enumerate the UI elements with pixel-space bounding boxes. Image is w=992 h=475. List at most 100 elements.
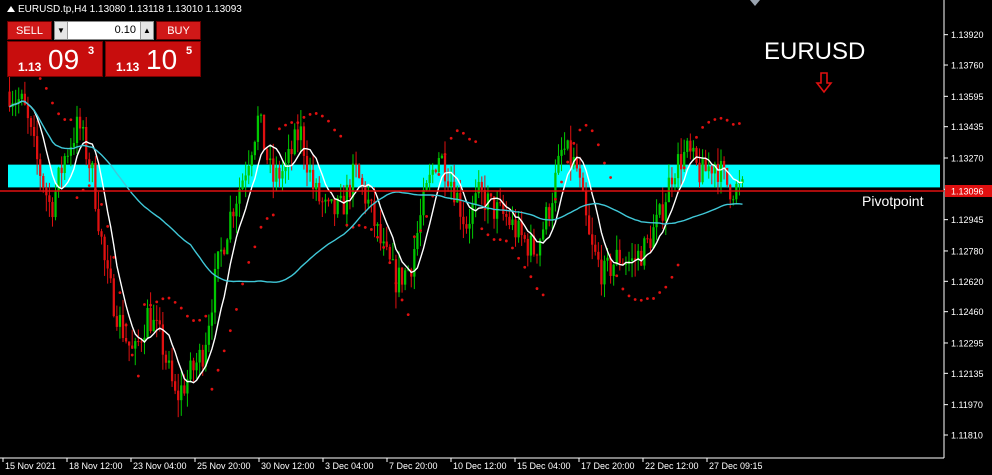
parabolic-sar-dot <box>529 275 533 279</box>
chart-menu-icon[interactable] <box>7 6 15 13</box>
candle-body <box>32 126 36 137</box>
candle-body <box>499 202 502 204</box>
candle-body <box>450 181 453 187</box>
parabolic-sar-dot <box>63 118 67 121</box>
candle-body <box>719 160 723 182</box>
one-click-trading-panel: SELL ▼ 0.10 ▲ BUY 1.13 09 3 1.13 10 5 <box>7 21 201 77</box>
candle-body <box>514 219 517 238</box>
candle-body <box>198 349 201 363</box>
candle-body <box>526 238 529 256</box>
triangle-up-icon[interactable]: ▲ <box>140 22 153 39</box>
parabolic-sar-dot <box>615 274 619 278</box>
candle-body <box>492 196 496 219</box>
parabolic-sar-dot <box>535 287 539 290</box>
parabolic-sar-dot <box>658 291 662 294</box>
parabolic-sar-dot <box>161 297 165 301</box>
candle-body <box>367 199 370 204</box>
candle-body <box>290 148 293 155</box>
candle-body <box>661 204 664 221</box>
parabolic-sar-dot <box>462 131 465 135</box>
candle-body <box>287 148 290 164</box>
parabolic-sar-dot <box>443 153 447 156</box>
candle-body <box>440 155 444 159</box>
candle-body <box>180 385 183 401</box>
candle-body <box>496 202 499 219</box>
candle-body <box>416 233 419 250</box>
candle-body <box>66 155 69 157</box>
parabolic-sar-dot <box>584 123 588 127</box>
candle-body <box>262 114 266 150</box>
chart-shift-marker[interactable] <box>750 0 760 6</box>
candle-body <box>269 158 272 161</box>
candle-body <box>118 314 122 327</box>
parabolic-sar-dot <box>69 118 73 122</box>
candle-body <box>78 116 82 129</box>
price-tick-label: 1.13435 <box>951 122 984 132</box>
parabolic-sar-dot <box>670 275 674 279</box>
parabolic-sar-dot <box>228 329 232 333</box>
candle-body <box>167 360 171 363</box>
lot-size-field[interactable]: ▼ 0.10 ▲ <box>54 21 154 40</box>
candle-body <box>296 129 299 141</box>
time-tick-label: 17 Dec 20:00 <box>581 461 635 471</box>
candle-body <box>606 257 609 261</box>
current-price-label: 1.13096 <box>951 187 984 197</box>
sell-price-prefix: 1.13 <box>18 60 42 74</box>
time-tick-label: 3 Dec 04:00 <box>325 461 374 471</box>
parabolic-sar-dot <box>265 217 269 220</box>
candle-body <box>39 159 42 176</box>
candle-body <box>404 270 407 285</box>
sell-button[interactable]: SELL <box>7 21 52 40</box>
candle-body <box>183 385 186 394</box>
candle-body <box>324 199 327 202</box>
buy-price-box[interactable]: 1.13 10 5 <box>105 41 201 77</box>
parabolic-sar-dot <box>449 136 453 140</box>
parabolic-sar-dot <box>253 245 257 249</box>
lot-size-value[interactable]: 0.10 <box>69 22 139 39</box>
candle-body <box>658 204 661 215</box>
parabolic-sar-dot <box>370 228 373 231</box>
parabolic-sar-dot <box>664 285 668 289</box>
candle-body <box>640 250 643 266</box>
candle-body <box>272 158 275 182</box>
parabolic-sar-dot <box>302 115 306 119</box>
buy-button[interactable]: BUY <box>156 21 201 40</box>
parabolic-sar-dot <box>394 281 398 285</box>
candle-body <box>603 260 606 285</box>
sell-price-box[interactable]: 1.13 09 3 <box>7 41 103 77</box>
parabolic-sar-dot <box>719 116 723 120</box>
chart-title-text: EURUSD.tp,H4 1.13080 1.13118 1.13010 1.1… <box>18 4 242 15</box>
parabolic-sar-dot <box>560 180 563 184</box>
price-tick-label: 1.13920 <box>951 30 984 40</box>
candle-body <box>195 362 198 371</box>
parabolic-sar-dot <box>701 125 704 129</box>
candle-body <box>710 166 713 174</box>
candle-body <box>388 246 391 260</box>
candle-body <box>112 278 115 317</box>
candle-body <box>480 181 483 190</box>
time-tick-label: 15 Nov 2021 <box>5 461 56 471</box>
candle-body <box>716 163 720 182</box>
candle-body <box>361 177 364 185</box>
candle-body <box>216 251 220 269</box>
triangle-down-icon[interactable]: ▼ <box>55 22 68 39</box>
candle-body <box>588 215 591 235</box>
parabolic-sar-dot <box>271 213 275 217</box>
parabolic-sar-dot <box>44 86 48 90</box>
candle-body <box>434 169 437 173</box>
candle-body <box>354 163 358 165</box>
candle-body <box>97 208 100 232</box>
parabolic-sar-dot <box>278 127 281 131</box>
candle-body <box>63 156 66 174</box>
parabolic-sar-dot <box>633 298 637 301</box>
candle-body <box>247 166 250 176</box>
pivot-label: Pivotpoint <box>862 193 924 209</box>
parabolic-sar-dot <box>143 303 146 306</box>
candle-body <box>342 195 345 215</box>
candle-body <box>210 312 214 326</box>
parabolic-sar-dot <box>149 303 153 307</box>
candle-body <box>431 169 434 175</box>
price-tick-label: 1.12780 <box>951 246 984 256</box>
candle-body <box>397 267 401 293</box>
candle-body <box>60 167 63 174</box>
